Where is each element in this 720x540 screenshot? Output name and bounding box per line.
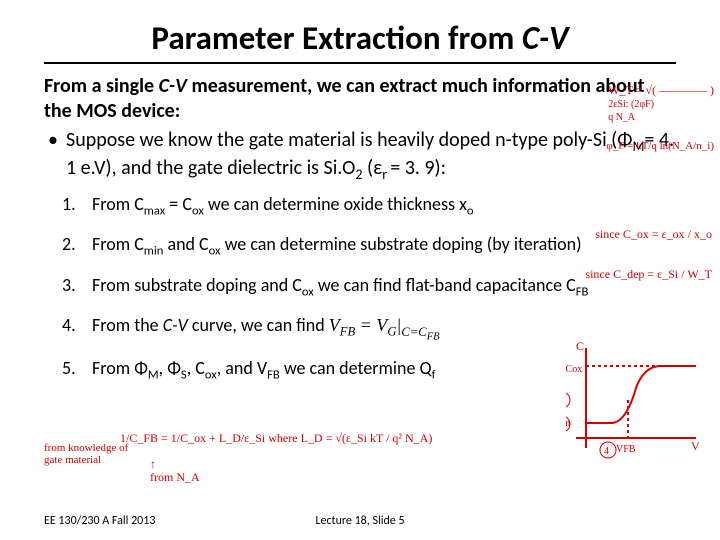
vfb-formula: VFB = VG|C=CFB xyxy=(329,315,440,335)
slide-footer: EE 130/230 A Fall 2013 Lecture 18, Slide… xyxy=(44,514,676,528)
title-cv: C-V xyxy=(522,18,569,58)
title-rule xyxy=(44,62,676,64)
vfb-label: VFB xyxy=(616,444,636,455)
step-2: From Cmin and Cox we can determine subst… xyxy=(70,233,676,259)
ann-wt-formula: W_T = √( ———— ) 2εSi: (2φF) q N_A xyxy=(608,84,714,124)
intro-text: From a single C-V measurement, we can ex… xyxy=(44,74,676,124)
ann-cfb: 1/C_FB = 1/C_ox + L_D/ε_Si where L_D = √… xyxy=(120,432,432,445)
ann-from-na: ↑from N_A xyxy=(150,458,200,484)
title-text: Parameter Extraction from xyxy=(151,18,521,58)
ann-cdep: since C_dep = ε_Si / W_T xyxy=(585,268,712,281)
ann-phif: φ_F = kT/q ln(N_A/n_i) xyxy=(606,140,714,152)
footer-center: Lecture 18, Slide 5 xyxy=(315,514,404,528)
step-1: From Cmax = Cox we can determine oxide t… xyxy=(70,193,676,219)
cv-sketch: C V Cmax=Cox Cmin VFB 2 3 4 xyxy=(566,338,706,468)
ann-from-gate: from knowledge of gate material xyxy=(44,442,134,466)
footer-left: EE 130/230 A Fall 2013 xyxy=(44,514,155,528)
axis-v-label: V xyxy=(691,439,700,453)
page-title: Parameter Extraction from C-V xyxy=(44,18,676,58)
cmax-label: Cmax=Cox xyxy=(566,364,582,375)
axis-c-label: C xyxy=(576,339,584,353)
assumption-bullet: Suppose we know the gate material is hea… xyxy=(44,128,676,183)
svg-text:4: 4 xyxy=(604,446,609,457)
ann-cox: since C_ox = ε_ox / x_o xyxy=(595,228,712,241)
